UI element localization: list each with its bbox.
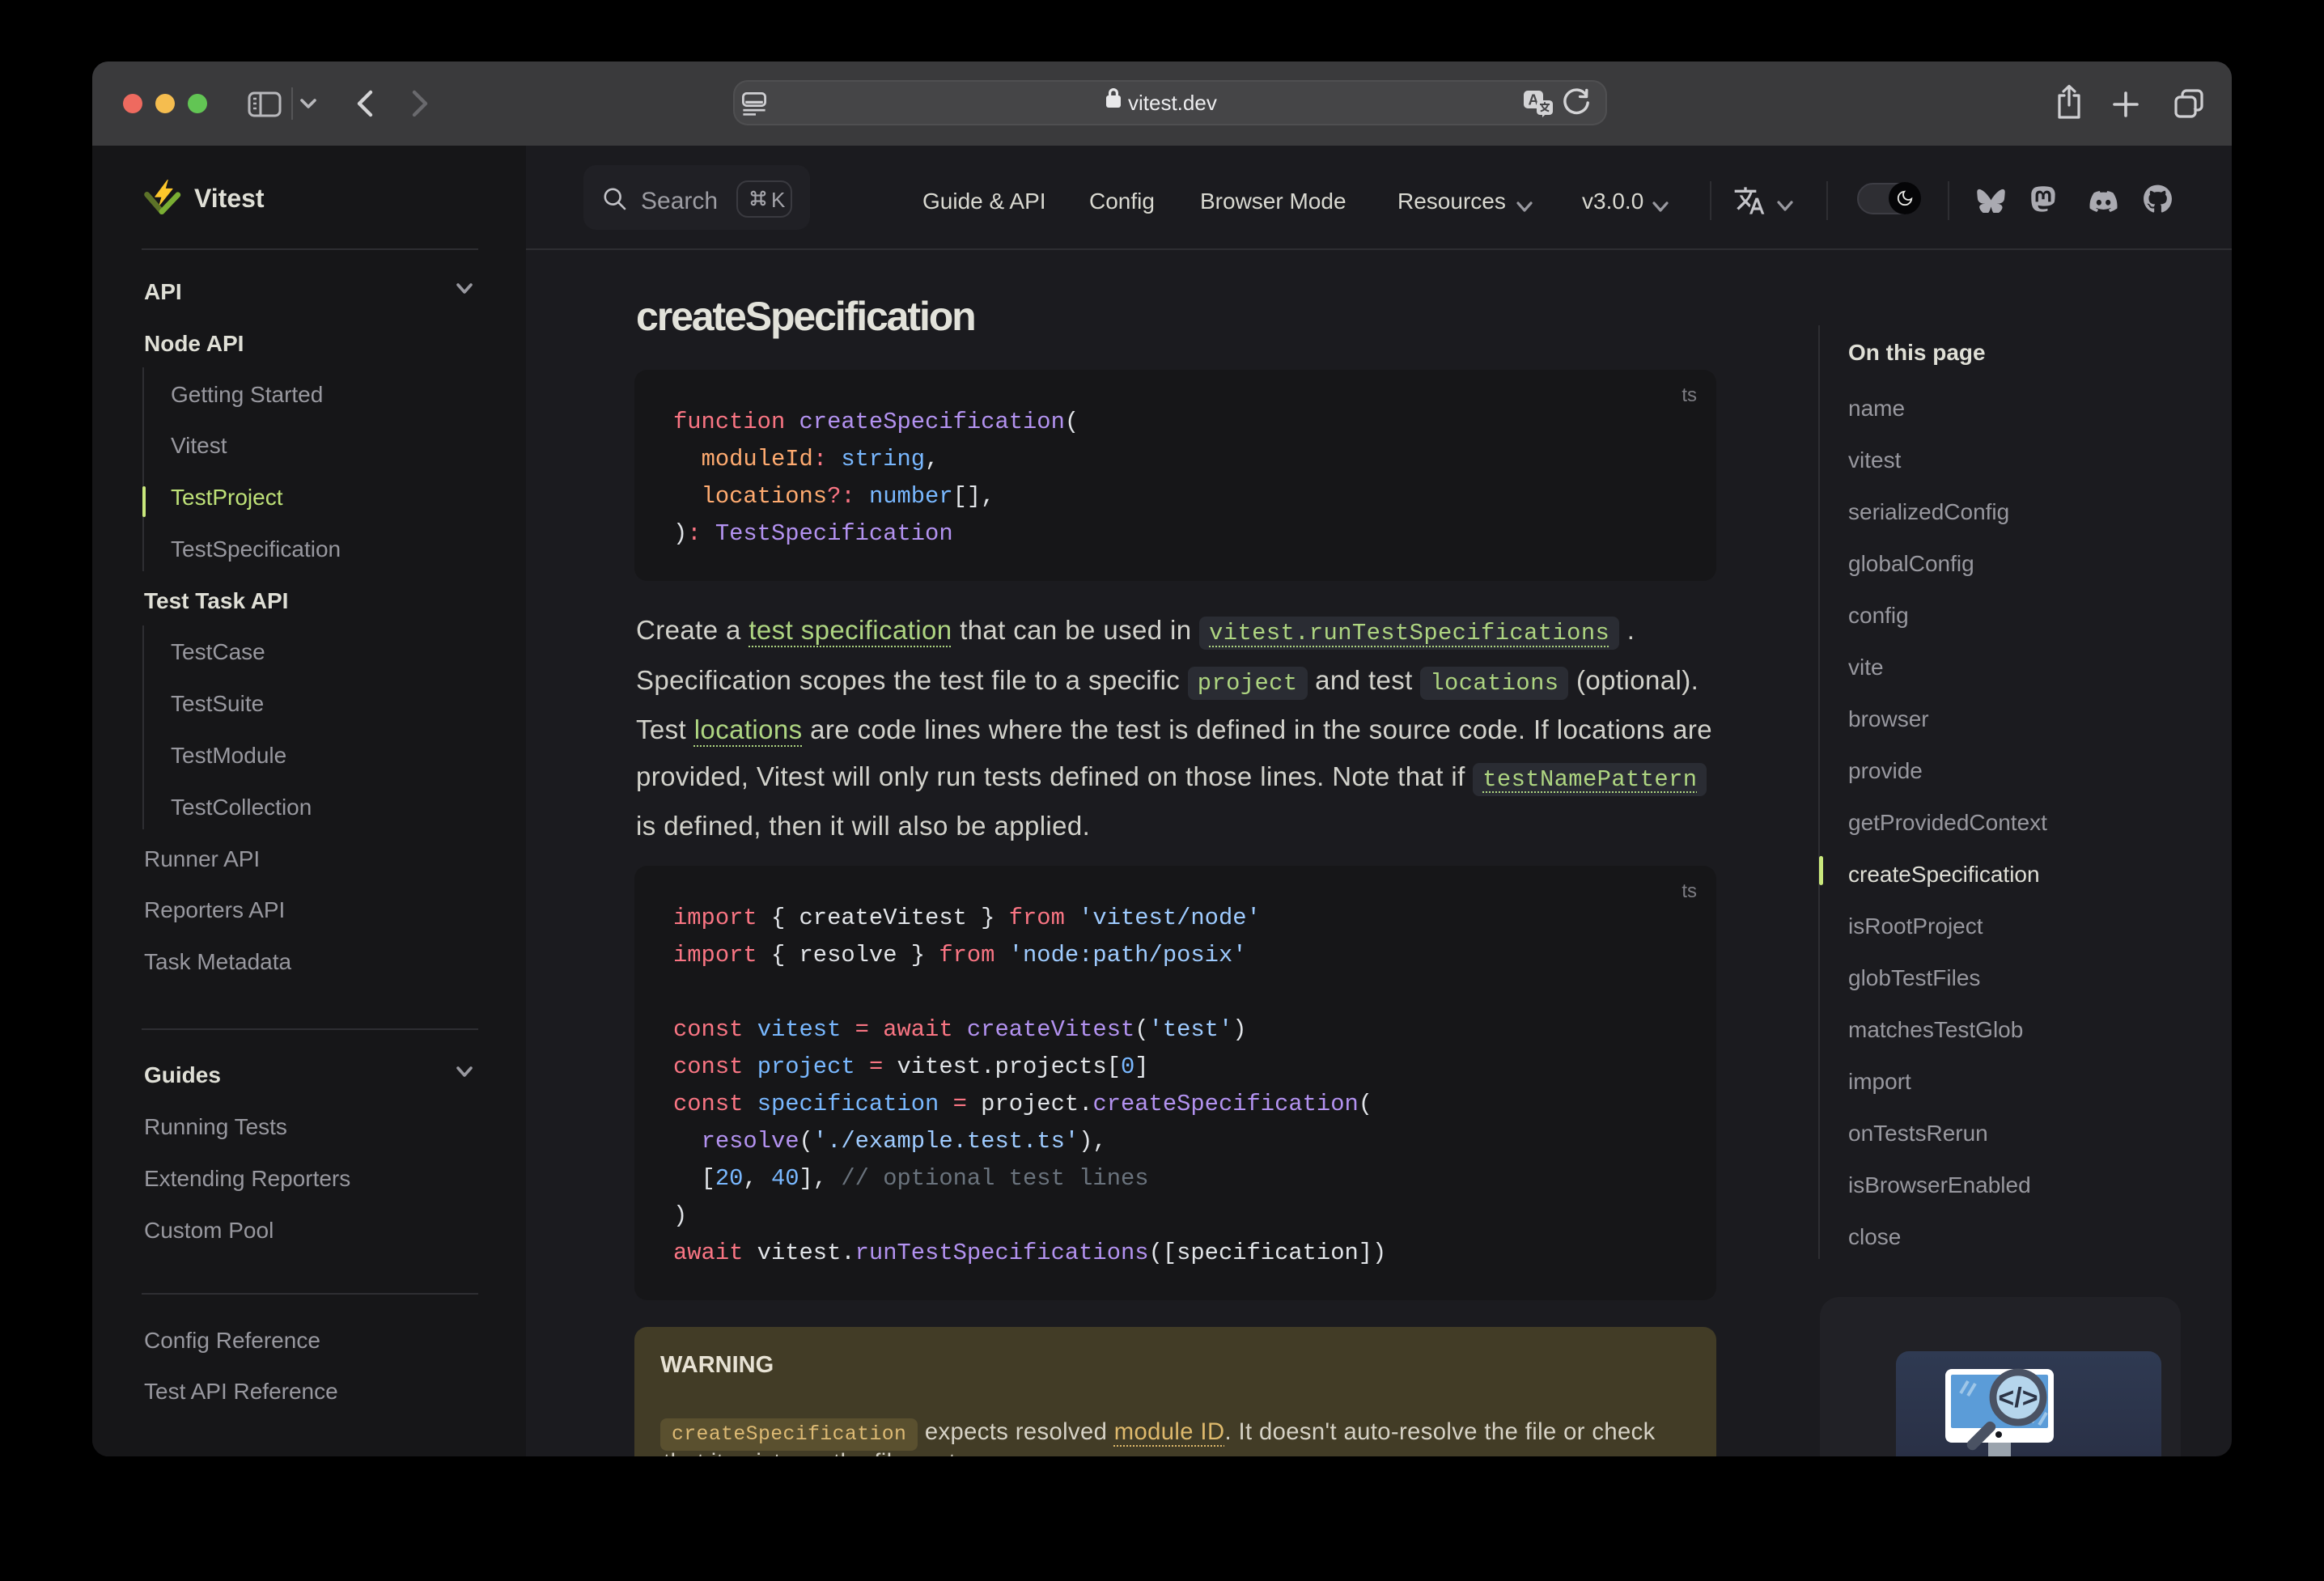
svg-text:</>: </> — [1998, 1383, 2038, 1414]
